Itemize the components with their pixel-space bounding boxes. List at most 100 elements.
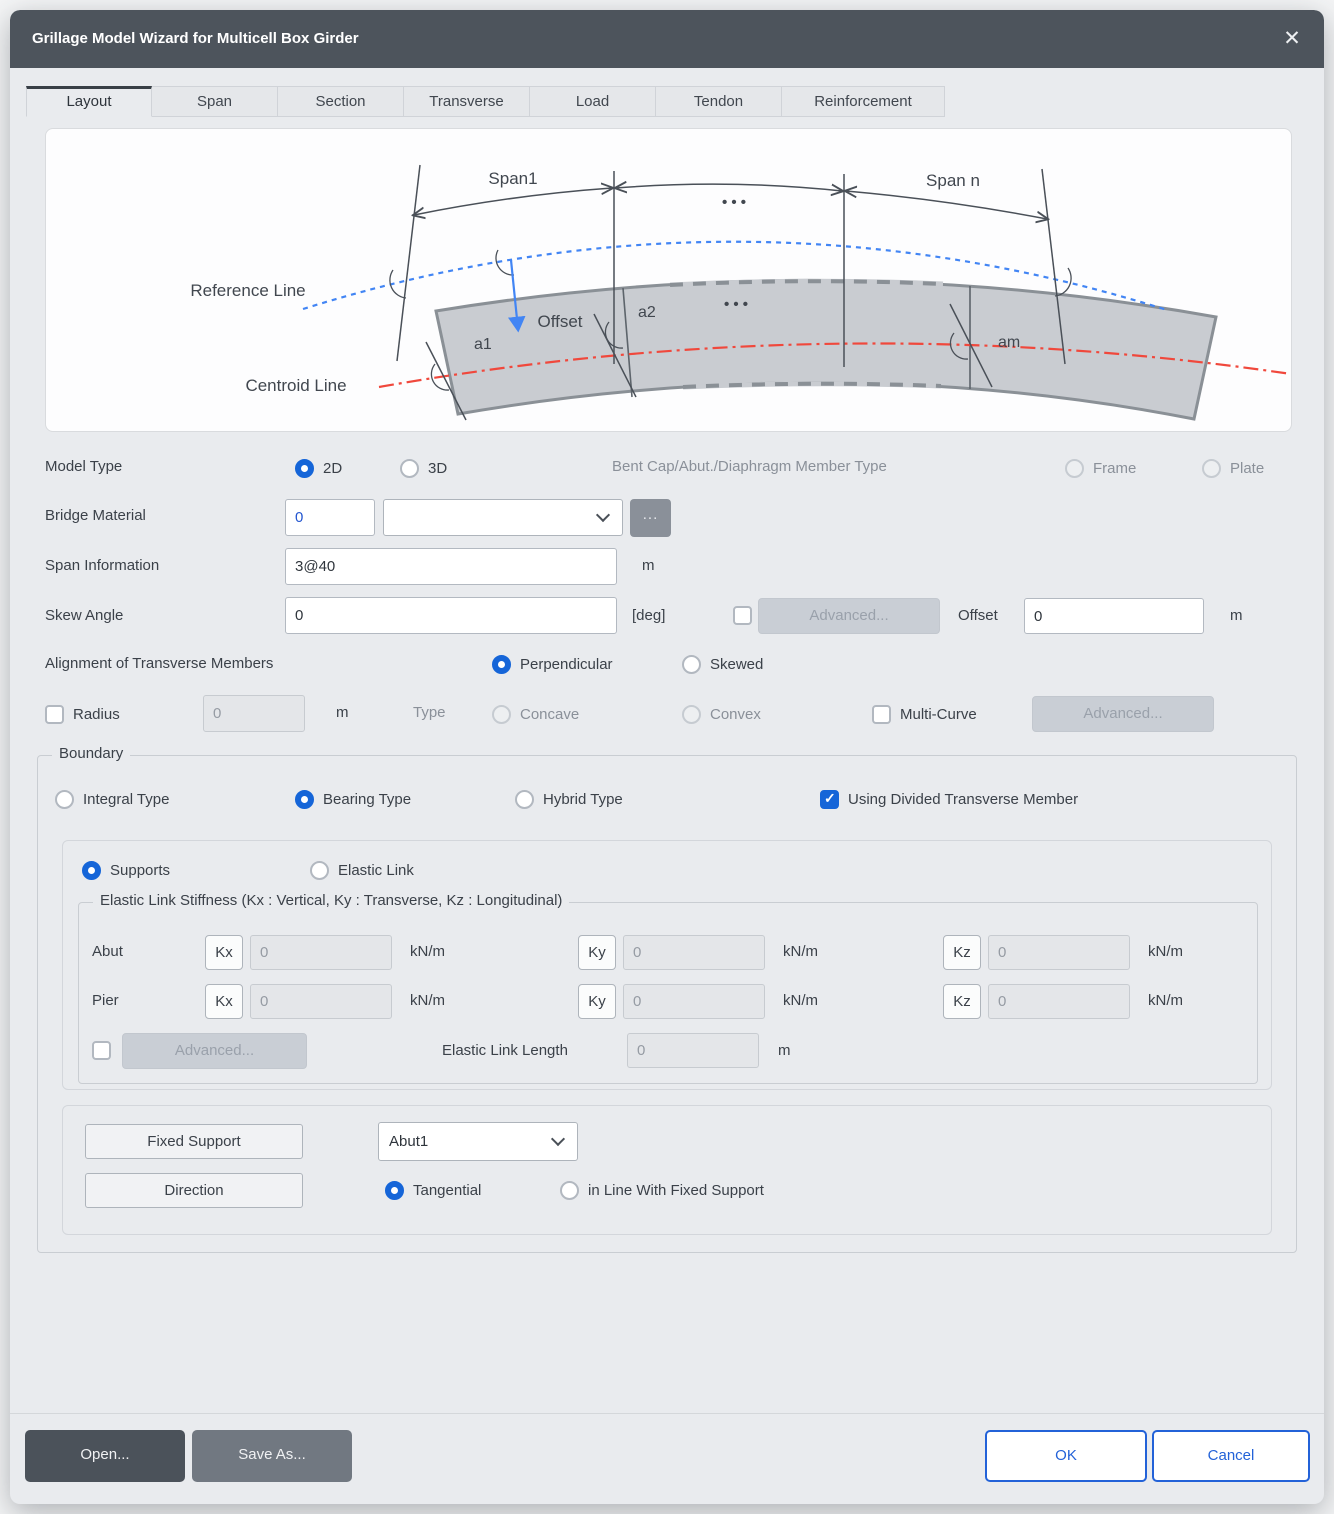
abut-kx-unit: kN/m <box>410 943 445 960</box>
radio-supports-label: Supports <box>110 862 170 879</box>
radio-integral-label: Integral Type <box>83 791 169 808</box>
pier-ky-unit: kN/m <box>783 992 818 1009</box>
pier-kx-chip[interactable]: Kx <box>205 984 243 1019</box>
abut-kz-unit: kN/m <box>1148 943 1183 960</box>
radio-3d[interactable] <box>400 459 419 478</box>
pier-kz-unit: kN/m <box>1148 992 1183 1009</box>
radio-supports[interactable] <box>82 861 101 880</box>
stiffness-legend: Elastic Link Stiffness (Kx : Vertical, K… <box>93 892 569 909</box>
close-icon[interactable]: ✕ <box>1276 24 1308 56</box>
grillage-wizard-dialog: Grillage Model Wizard for Multicell Box … <box>10 10 1324 1504</box>
radio-bearing-type[interactable] <box>295 790 314 809</box>
divided-member-label: Using Divided Transverse Member <box>848 791 1078 808</box>
bridge-material-select[interactable] <box>383 499 623 536</box>
stiffness-advanced-checkbox[interactable] <box>92 1041 111 1060</box>
pier-row-label: Pier <box>92 992 119 1009</box>
alignment-skewed-option[interactable]: Skewed <box>682 654 763 674</box>
supports-option[interactable]: Supports <box>82 860 170 880</box>
abut-ky-unit: kN/m <box>783 943 818 960</box>
integral-type-option[interactable]: Integral Type <box>55 789 169 809</box>
radio-perpendicular[interactable] <box>492 655 511 674</box>
pier-kz-chip[interactable]: Kz <box>943 984 981 1019</box>
radio-inline[interactable] <box>560 1181 579 1200</box>
inline-with-fixed-support-option[interactable]: in Line With Fixed Support <box>560 1180 764 1200</box>
abut-ky-input: 0 <box>623 935 765 970</box>
span-information-input[interactable]: 3@40 <box>285 548 617 585</box>
skew-angle-input[interactable]: 0 <box>285 597 617 634</box>
tangential-option[interactable]: Tangential <box>385 1180 481 1200</box>
tab-tendon[interactable]: Tendon <box>656 86 782 117</box>
save-as-button[interactable]: Save As... <box>192 1430 352 1482</box>
ellipsis-top: • • • <box>722 194 746 211</box>
tab-span[interactable]: Span <box>152 86 278 117</box>
radius-concave-option: Concave <box>492 704 579 724</box>
ellipsis-deck: • • • <box>724 296 748 313</box>
radio-hybrid-type[interactable] <box>515 790 534 809</box>
skew-advanced-checkbox[interactable] <box>733 606 752 625</box>
bridge-material-label: Bridge Material <box>45 507 146 524</box>
radio-2d[interactable] <box>295 459 314 478</box>
radio-bearing-label: Bearing Type <box>323 791 411 808</box>
tab-load[interactable]: Load <box>530 86 656 117</box>
radio-plate-label: Plate <box>1230 460 1264 477</box>
a2-label: a2 <box>638 304 656 321</box>
hybrid-type-option[interactable]: Hybrid Type <box>515 789 623 809</box>
tab-bar: Layout Span Section Transverse Load Tend… <box>26 86 945 117</box>
direction-button[interactable]: Direction <box>85 1173 303 1208</box>
pier-ky-chip[interactable]: Ky <box>578 984 616 1019</box>
model-type-3d-option[interactable]: 3D <box>400 458 447 478</box>
radio-tangential[interactable] <box>385 1181 404 1200</box>
radius-checkbox[interactable] <box>45 705 64 724</box>
tab-layout[interactable]: Layout <box>26 86 152 117</box>
radio-skewed[interactable] <box>682 655 701 674</box>
boundary-legend: Boundary <box>52 745 130 762</box>
tab-transverse[interactable]: Transverse <box>404 86 530 117</box>
divided-member-option[interactable]: Using Divided Transverse Member <box>820 789 1078 809</box>
open-button[interactable]: Open... <box>25 1430 185 1482</box>
radio-elastic-link[interactable] <box>310 861 329 880</box>
elastic-link-length-input: 0 <box>627 1033 759 1068</box>
am-label: am <box>998 334 1020 351</box>
radius-checkbox-option[interactable]: Radius <box>45 704 120 724</box>
bridge-material-count-input[interactable]: 0 <box>285 499 375 536</box>
model-type-2d-option[interactable]: 2D <box>295 458 342 478</box>
radio-2d-label: 2D <box>323 460 342 477</box>
fixed-support-select[interactable]: Abut1 <box>378 1122 578 1161</box>
divided-member-checkbox[interactable] <box>820 790 839 809</box>
offset-input[interactable]: 0 <box>1024 598 1204 634</box>
radio-elastic-link-label: Elastic Link <box>338 862 414 879</box>
member-type-label: Bent Cap/Abut./Diaphragm Member Type <box>612 458 887 475</box>
abut-kx-chip[interactable]: Kx <box>205 935 243 970</box>
abut-kz-chip[interactable]: Kz <box>943 935 981 970</box>
bridge-material-browse-button[interactable]: ... <box>630 499 671 537</box>
abut-kz-input: 0 <box>988 935 1130 970</box>
ok-button[interactable]: OK <box>985 1430 1147 1482</box>
elastic-link-option[interactable]: Elastic Link <box>310 860 414 880</box>
pier-kx-unit: kN/m <box>410 992 445 1009</box>
fixed-support-button[interactable]: Fixed Support <box>85 1124 303 1159</box>
radio-integral-type[interactable] <box>55 790 74 809</box>
radio-concave-label: Concave <box>520 706 579 723</box>
tab-reinforcement[interactable]: Reinforcement <box>782 86 945 117</box>
pier-kx-input: 0 <box>250 984 392 1019</box>
pier-ky-input: 0 <box>623 984 765 1019</box>
radio-inline-label: in Line With Fixed Support <box>588 1182 764 1199</box>
abut-ky-chip[interactable]: Ky <box>578 935 616 970</box>
tab-section[interactable]: Section <box>278 86 404 117</box>
radius-input: 0 <box>203 695 305 732</box>
abut-kx-input: 0 <box>250 935 392 970</box>
span-information-unit: m <box>642 557 655 574</box>
skew-angle-unit: [deg] <box>632 607 665 624</box>
multi-curve-option[interactable]: Multi-Curve <box>872 704 977 724</box>
cancel-button[interactable]: Cancel <box>1152 1430 1310 1482</box>
radius-advanced-button: Advanced... <box>1032 696 1214 732</box>
elastic-link-length-label: Elastic Link Length <box>442 1042 568 1059</box>
layout-diagram: Span1 Span n • • • • • • Reference Line … <box>46 129 1291 431</box>
radio-concave <box>492 705 511 724</box>
elastic-link-length-unit: m <box>778 1042 791 1059</box>
radio-perpendicular-label: Perpendicular <box>520 656 613 673</box>
bearing-type-option[interactable]: Bearing Type <box>295 789 411 809</box>
alignment-perpendicular-option[interactable]: Perpendicular <box>492 654 613 674</box>
multi-curve-checkbox[interactable] <box>872 705 891 724</box>
dialog-title: Grillage Model Wizard for Multicell Box … <box>32 10 359 68</box>
